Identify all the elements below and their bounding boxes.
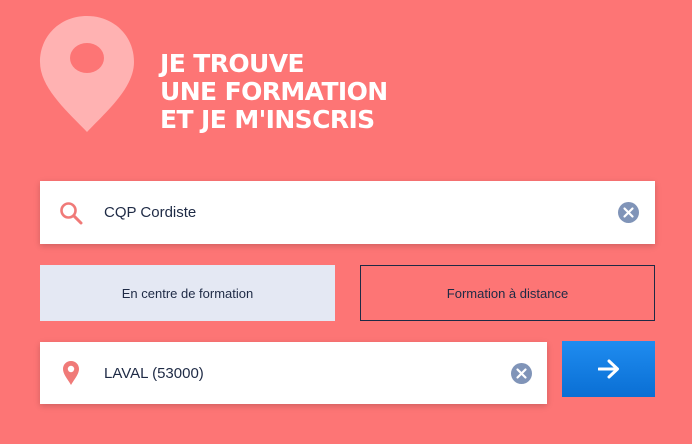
page-title: JE TROUVE UNE FORMATION ET JE M'INSCRIS bbox=[160, 50, 388, 134]
close-circle-icon bbox=[516, 368, 527, 379]
close-circle-icon bbox=[623, 207, 634, 218]
search-input[interactable] bbox=[104, 181, 604, 244]
clear-location-button[interactable] bbox=[511, 363, 532, 384]
submit-search-button[interactable] bbox=[562, 341, 655, 397]
on-site-training-button[interactable]: En centre de formation bbox=[40, 265, 335, 321]
clear-search-button[interactable] bbox=[618, 202, 639, 223]
arrow-right-icon bbox=[598, 359, 619, 379]
remote-training-button[interactable]: Formation à distance bbox=[360, 265, 655, 321]
location-box bbox=[40, 342, 547, 404]
location-input[interactable] bbox=[104, 342, 504, 404]
search-icon bbox=[60, 202, 83, 225]
title-line-3: ET JE M'INSCRIS bbox=[160, 105, 375, 134]
map-pin-icon bbox=[40, 16, 134, 132]
title-line-2: UNE FORMATION bbox=[160, 77, 388, 106]
location-pin-icon bbox=[63, 361, 79, 385]
title-line-1: JE TROUVE bbox=[160, 49, 305, 78]
on-site-training-label: En centre de formation bbox=[121, 285, 254, 301]
remote-training-label: Formation à distance bbox=[446, 285, 569, 301]
search-box bbox=[40, 181, 655, 244]
